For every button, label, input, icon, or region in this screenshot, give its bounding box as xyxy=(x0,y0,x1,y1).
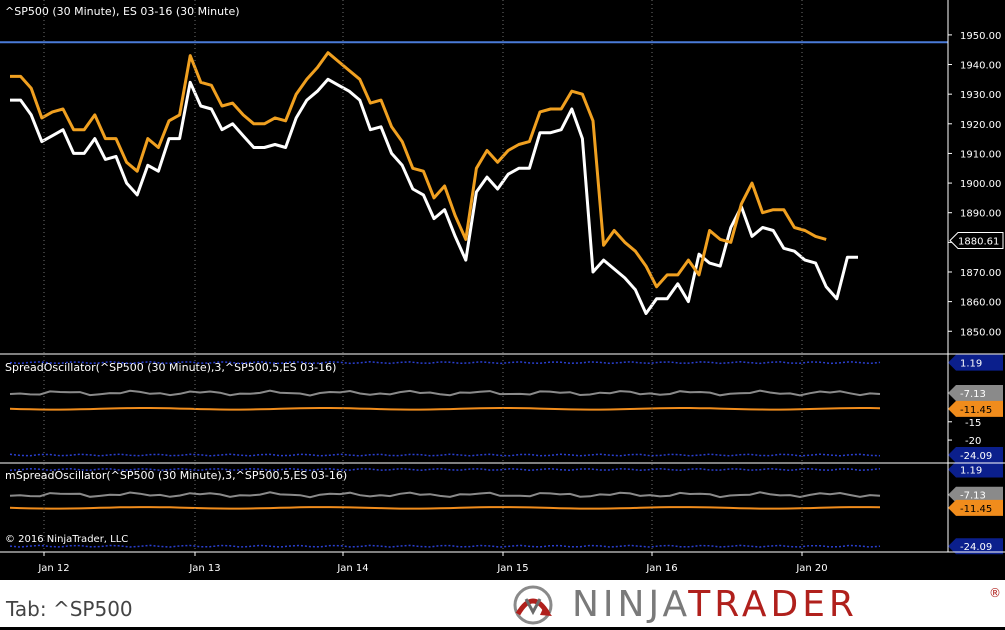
x-axis: Jan 12 Jan 13 Jan 14 Jan 15 Jan 16 Jan 20 xyxy=(37,552,828,574)
y-tick-label: 1940.00 xyxy=(960,61,1001,72)
last-value-marker: 1880.61 xyxy=(949,232,1004,250)
last-value-label: 1880.61 xyxy=(958,237,999,248)
lower-band-line xyxy=(9,453,881,457)
y-tick-label: 1930.00 xyxy=(960,90,1001,101)
y-tick-label: 1860.00 xyxy=(960,298,1001,309)
es-series-line xyxy=(10,51,827,289)
logo-wordmark: NINJATRADER xyxy=(572,584,858,626)
signal-marker-label: -11.45 xyxy=(960,504,992,515)
x-tick-label: Jan 13 xyxy=(188,563,220,574)
signal-line xyxy=(9,506,881,510)
x-tick-label: Jan 15 xyxy=(496,563,528,574)
y-tick-label: 1870.00 xyxy=(960,268,1001,279)
upper-band-marker-label: 1.19 xyxy=(960,359,982,370)
upper-band-marker: 1.19 xyxy=(948,461,1003,478)
upper-band-marker-label: 1.19 xyxy=(960,465,982,476)
lower-band-line xyxy=(9,544,881,548)
upper-band-marker: 1.19 xyxy=(948,354,1003,371)
spread-marker: -7.13 xyxy=(948,385,1003,402)
spread-oscillator-panel[interactable]: SpreadOscillator(^SP500 (30 Minute),3,^S… xyxy=(5,354,1003,464)
signal-marker: -11.45 xyxy=(948,400,1003,417)
mspread-oscillator-panel[interactable]: mSpreadOscillator(^SP500 (30 Minute),3,^… xyxy=(5,461,1003,555)
y-tick-label: 1890.00 xyxy=(960,209,1001,220)
signal-marker-label: -11.45 xyxy=(960,405,992,416)
logo-ninja-text: NINJA xyxy=(572,584,689,625)
x-tick-label: Jan 14 xyxy=(336,563,368,574)
ninjatrader-logo: NINJATRADER ® xyxy=(498,584,1003,626)
lower-band-marker-label: -24.09 xyxy=(960,451,992,462)
registered-mark: ® xyxy=(989,586,1001,600)
y-tick-label: 1910.00 xyxy=(960,149,1001,160)
signal-line xyxy=(9,407,881,411)
x-tick-label: Jan 12 xyxy=(37,563,69,574)
y-tick-label: 1950.00 xyxy=(960,31,1001,42)
y-tick-label: 1900.00 xyxy=(960,179,1001,190)
y-tick-label: 1850.00 xyxy=(960,327,1001,338)
ninjatrader-logo-icon xyxy=(513,585,553,625)
logo-trader-text: TRADER xyxy=(688,584,858,625)
spread-marker-label: -7.13 xyxy=(960,389,986,400)
copyright-text: © 2016 NinjaTrader, LLC xyxy=(5,534,128,545)
osc-y-tick-label: -20 xyxy=(965,436,981,447)
tab-label[interactable]: Tab: ^SP500 xyxy=(6,597,133,621)
spread-line xyxy=(9,491,881,499)
y-tick-label: 1920.00 xyxy=(960,120,1001,131)
x-tick-label: Jan 20 xyxy=(795,563,827,574)
price-panel[interactable]: ^SP500 (30 Minute), ES 03-16 (30 Minute)… xyxy=(0,5,1004,338)
spread-line xyxy=(9,389,881,397)
price-panel-title: ^SP500 (30 Minute), ES 03-16 (30 Minute) xyxy=(5,5,240,18)
mspread-oscillator-title: mSpreadOscillator(^SP500 (30 Minute),3,^… xyxy=(5,469,347,482)
lower-band-marker: -24.09 xyxy=(948,447,1003,464)
osc-y-tick-label: -15 xyxy=(965,418,981,429)
signal-marker: -11.45 xyxy=(948,499,1003,516)
x-tick-label: Jan 16 xyxy=(645,563,677,574)
chart-area[interactable]: ^SP500 (30 Minute), ES 03-16 (30 Minute)… xyxy=(0,0,1005,580)
